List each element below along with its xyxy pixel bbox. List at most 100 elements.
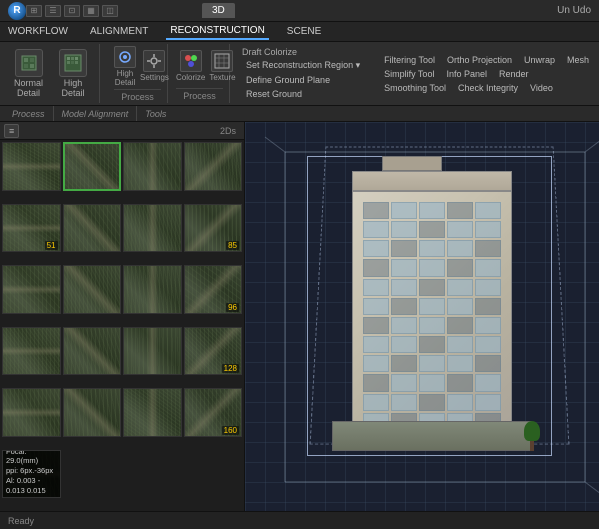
thumbnail-item-7[interactable] [123, 204, 182, 253]
thumbnail-item-3[interactable] [123, 142, 182, 191]
view-toggle-3[interactable]: ⊡ [64, 5, 80, 17]
window-9-0 [363, 374, 389, 391]
window-2-2 [419, 240, 445, 257]
thumbnail-item-6[interactable] [63, 204, 122, 253]
thumb-filter-btn[interactable]: ≡ [4, 124, 19, 138]
thumbnail-number-8: 85 [226, 241, 239, 250]
normal-detail-label: NormalDetail [14, 79, 43, 99]
thumbnail-item-8[interactable]: 85 [184, 204, 243, 253]
colorize-button[interactable]: Colorize [176, 50, 205, 82]
settings-button[interactable]: Settings [140, 50, 169, 82]
thumbnail-number-20: 160 [222, 426, 239, 435]
draft-colorize-btn[interactable]: Draft Colorize [242, 47, 364, 57]
process-label-2: Process [176, 88, 223, 101]
thumbnail-item-10[interactable] [63, 265, 122, 314]
window-10-1 [391, 394, 417, 411]
building-wrapper [332, 171, 532, 451]
thumbnail-item-9[interactable] [2, 265, 61, 314]
menu-reconstruction[interactable]: RECONSTRUCTION [166, 23, 268, 40]
menu-scene[interactable]: SCENE [283, 24, 325, 39]
preview-button[interactable]: High Detail [114, 46, 136, 87]
window-1-1 [391, 221, 417, 238]
reset-ground-btn[interactable]: Reset Ground [242, 88, 306, 100]
view-toggle-1[interactable]: ⊞ [26, 5, 42, 17]
app-logo: R [8, 2, 26, 20]
thumbnail-item-4[interactable] [184, 142, 243, 191]
model-alignment-row: Set Reconstruction Region ▾ [242, 58, 364, 73]
thumbnail-item-13[interactable] [2, 327, 61, 376]
thumbnail-item-21[interactable]: P4530254.jpg4608x2592 Features: 2017/400… [2, 450, 61, 499]
view-toggle-2[interactable]: ☰ [45, 5, 61, 17]
window-0-0 [363, 202, 389, 219]
thumbnail-item-18[interactable] [63, 388, 122, 437]
window-6-0 [363, 317, 389, 334]
high-detail-label: High Detail [59, 79, 87, 99]
set-reconstruction-btn[interactable]: Set Reconstruction Region ▾ [242, 59, 364, 72]
menu-alignment[interactable]: ALIGNMENT [86, 24, 152, 39]
thumbnail-grid[interactable]: 51 85 96 128 160 P4530254.jpg4608x2592 Featur… [0, 140, 244, 511]
window-5-4 [475, 298, 501, 315]
tools-section-label: Tools [145, 109, 166, 119]
thumbnail-item-20[interactable]: 160 [184, 388, 243, 437]
thumbnail-item-11[interactable] [123, 265, 182, 314]
process-section-label: Process [12, 109, 45, 119]
reset-ground-row: Reset Ground [242, 87, 364, 101]
thumbnail-item-2[interactable] [63, 142, 122, 191]
window-1-0 [363, 221, 389, 238]
thumbnail-toolbar: ≡ 2Ds [0, 122, 244, 140]
video-btn[interactable]: Video [526, 82, 557, 94]
window-7-3 [447, 336, 473, 353]
thumbnail-number-16: 128 [222, 364, 239, 373]
ortho-btn[interactable]: Ortho Projection [443, 54, 516, 66]
tree-1 [522, 421, 542, 451]
mesh-btn[interactable]: Mesh [563, 54, 593, 66]
info-btn[interactable]: Info Panel [442, 68, 491, 80]
thumbnail-item-14[interactable] [63, 327, 122, 376]
smoothing-btn[interactable]: Smoothing Tool [380, 82, 450, 94]
thumbnail-item-5[interactable]: 51 [2, 204, 61, 253]
window-9-3 [447, 374, 473, 391]
filtering-btn[interactable]: Filtering Tool [380, 54, 439, 66]
main-toolbar: NormalDetail High Detail [0, 42, 599, 106]
view-toggle-4[interactable]: ▦ [83, 5, 99, 17]
thumbnail-item-12[interactable]: 96 [184, 265, 243, 314]
thumbnail-item-1[interactable] [2, 142, 61, 191]
settings-label: Settings [140, 73, 169, 82]
normal-detail-button[interactable]: NormalDetail [8, 47, 49, 101]
viewport-3d[interactable] [245, 122, 599, 511]
thumbnail-image-1 [3, 143, 60, 190]
window-5-3 [447, 298, 473, 315]
building-windows [363, 202, 501, 430]
menu-workflow[interactable]: WORKFLOW [4, 24, 72, 39]
check-integrity-btn[interactable]: Check Integrity [454, 82, 522, 94]
thumbnail-image-13 [3, 328, 60, 375]
thumbnail-item-19[interactable] [123, 388, 182, 437]
window-9-4 [475, 374, 501, 391]
view-toggle-5[interactable]: ◫ [102, 5, 118, 17]
window-8-0 [363, 355, 389, 372]
thumbnail-image-14 [64, 328, 121, 375]
preview-label: High Detail [114, 69, 136, 87]
window-8-4 [475, 355, 501, 372]
texture-button[interactable]: Texture [209, 50, 235, 82]
normal-detail-icon [15, 49, 43, 77]
render-btn[interactable]: Render [495, 68, 533, 80]
define-ground-btn[interactable]: Define Ground Plane [242, 74, 334, 86]
window-4-2 [419, 279, 445, 296]
colorize-items: Colorize Texture [176, 46, 223, 86]
window-6-4 [475, 317, 501, 334]
thumbnail-item-15[interactable] [123, 327, 182, 376]
thumbnail-item-16[interactable]: 128 [184, 327, 243, 376]
window-3-2 [419, 259, 445, 276]
building-container [285, 152, 579, 451]
toolbar-model-alignment: Draft Colorize Set Reconstruction Region… [238, 44, 368, 103]
unwrap-btn[interactable]: Unwrap [520, 54, 559, 66]
roof-structure [382, 156, 442, 171]
high-detail-button[interactable]: High Detail [53, 47, 93, 101]
simplify-btn[interactable]: Simplify Tool [380, 68, 438, 80]
thumbnail-item-17[interactable] [2, 388, 61, 437]
high-detail-icon [59, 49, 87, 77]
tab-3d[interactable]: 3D [202, 3, 235, 18]
toolbar-tools: Filtering Tool Ortho Projection Unwrap M… [376, 44, 597, 103]
window-6-3 [447, 317, 473, 334]
